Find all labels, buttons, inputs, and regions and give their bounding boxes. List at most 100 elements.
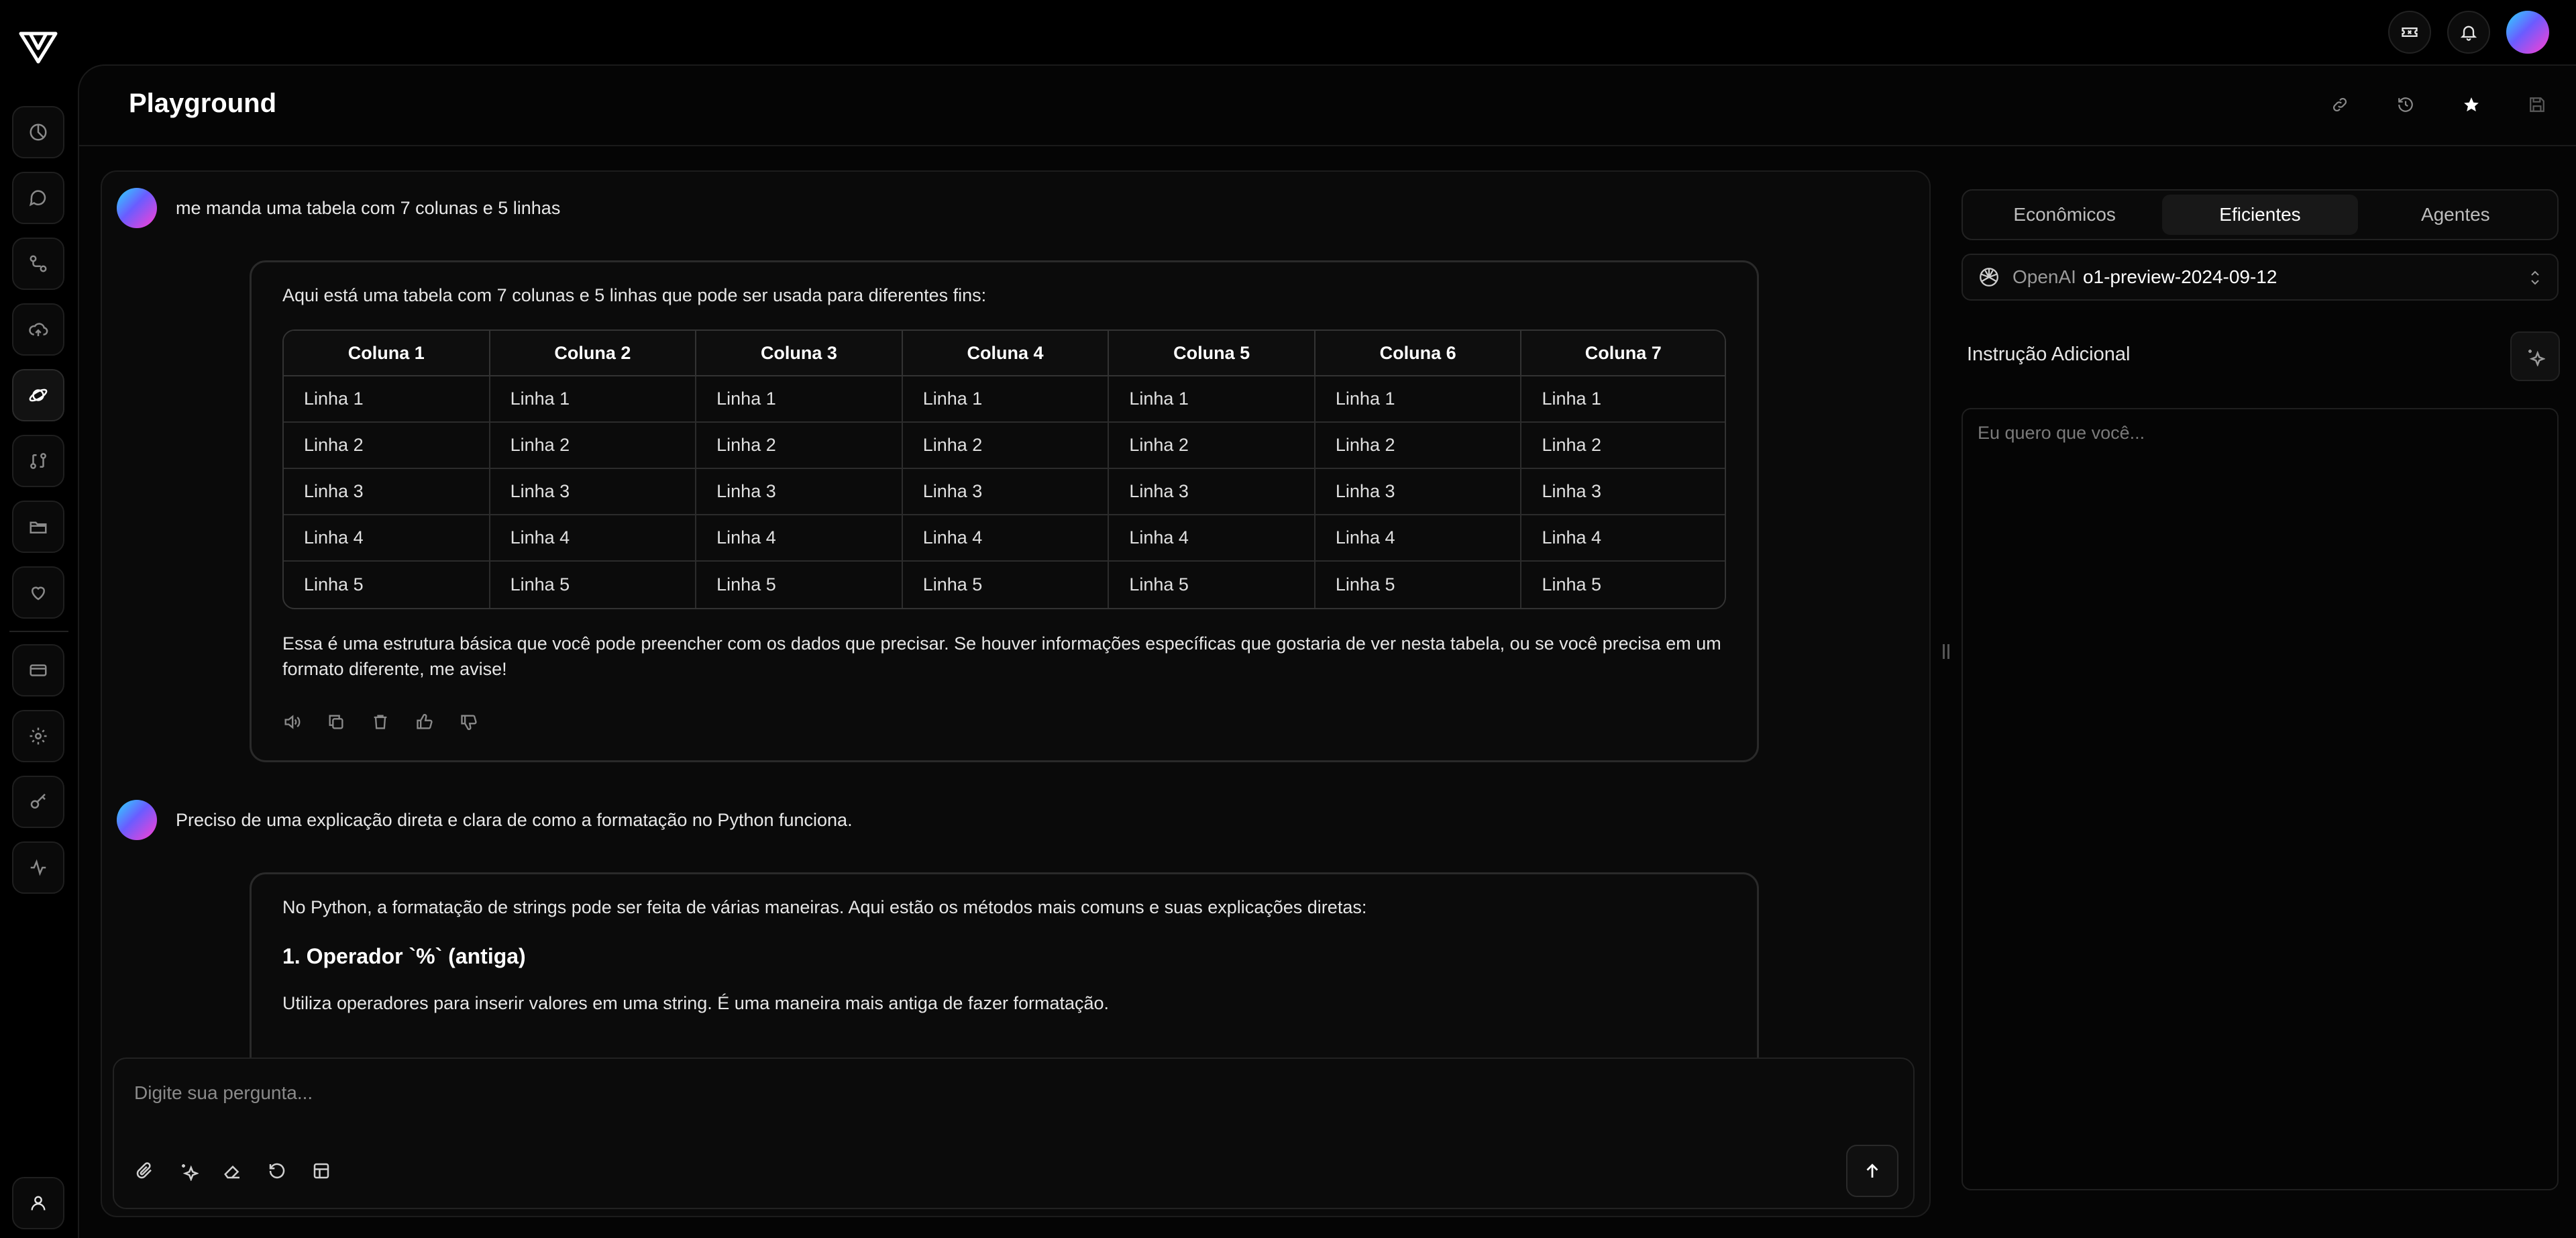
- settings-panel: Econômicos Eficientes Agentes OpenAI o1-…: [1962, 170, 2560, 1217]
- table-cell: Linha 3: [1315, 469, 1522, 515]
- assistant-intro: Aqui está uma tabela com 7 colunas e 5 l…: [282, 285, 987, 305]
- send-button[interactable]: [1846, 1145, 1898, 1197]
- table-cell: Linha 1: [490, 376, 697, 423]
- table-header: Coluna 7: [1521, 331, 1725, 376]
- model-category-tabs: Econômicos Eficientes Agentes: [1962, 189, 2559, 240]
- assistant-heading: 1. Operador `%` (antiga): [282, 944, 526, 968]
- table-cell: Linha 1: [902, 376, 1110, 423]
- tab-eficientes[interactable]: Eficientes: [2162, 195, 2358, 235]
- activity-icon[interactable]: [12, 841, 64, 894]
- eraser-icon[interactable]: [223, 1161, 243, 1181]
- chat-panel: me manda uma tabela com 7 colunas e 5 li…: [101, 170, 1931, 1217]
- prompt-input[interactable]: [133, 1076, 1743, 1110]
- table-cell: Linha 4: [902, 515, 1110, 562]
- template-icon[interactable]: [311, 1161, 331, 1181]
- resize-handle-icon[interactable]: [1941, 641, 1951, 662]
- history-icon[interactable]: [2392, 91, 2419, 118]
- key-icon[interactable]: [12, 776, 64, 828]
- table-cell: Linha 2: [902, 423, 1110, 469]
- ticket-icon[interactable]: [2388, 11, 2431, 54]
- user-avatar: [117, 800, 157, 840]
- tab-economicos[interactable]: Econômicos: [1967, 195, 2162, 235]
- user-message-text: Preciso de uma explicação direta e clara…: [176, 809, 853, 830]
- top-bar: [0, 0, 2576, 64]
- table-cell: Linha 2: [1521, 423, 1725, 469]
- trash-icon[interactable]: [371, 713, 390, 731]
- assistant-paragraph: Utiliza operadores para inserir valores …: [282, 993, 1110, 1013]
- sidebar: [0, 64, 78, 1238]
- page-header: Playground: [79, 66, 2576, 146]
- table-row: Linha 4 Linha 4 Linha 4 Linha 4 Linha 4 …: [284, 515, 1725, 562]
- cloud-upload-icon[interactable]: [12, 303, 64, 356]
- user-message-text: me manda uma tabela com 7 colunas e 5 li…: [176, 197, 561, 218]
- thumbs-down-icon[interactable]: [460, 713, 478, 731]
- bell-icon[interactable]: [2447, 11, 2490, 54]
- speaker-icon[interactable]: [282, 713, 301, 731]
- instruction-textarea[interactable]: [1962, 408, 2559, 1190]
- instruction-label: Instrução Adicional: [1967, 344, 2131, 365]
- attach-icon[interactable]: [134, 1161, 154, 1181]
- save-icon[interactable]: [2524, 91, 2551, 118]
- logo-icon[interactable]: [19, 31, 58, 64]
- chevron-up-down-icon: [2529, 268, 2541, 287]
- user-account-icon[interactable]: [12, 1177, 64, 1229]
- table-header: Coluna 6: [1315, 331, 1522, 376]
- table-cell: Linha 5: [903, 562, 1110, 608]
- link-icon[interactable]: [2326, 91, 2353, 118]
- heart-icon[interactable]: [12, 566, 64, 619]
- table-row: Linha 5 Linha 5 Linha 5 Linha 5 Linha 5 …: [284, 562, 1725, 608]
- table-cell: Linha 5: [284, 562, 490, 608]
- table-row: Linha 2 Linha 2 Linha 2 Linha 2 Linha 2 …: [284, 423, 1725, 469]
- table-cell: Linha 3: [490, 469, 697, 515]
- openai-icon: [1978, 266, 2000, 289]
- credit-card-icon[interactable]: [12, 644, 64, 697]
- table-cell: Linha 4: [696, 515, 903, 562]
- table-cell: Linha 2: [1315, 423, 1522, 469]
- workflow-icon[interactable]: [12, 238, 64, 290]
- table-cell: Linha 5: [490, 562, 697, 608]
- settings-icon[interactable]: [12, 710, 64, 762]
- thumbs-up-icon[interactable]: [415, 713, 434, 731]
- table-cell: Linha 5: [1542, 574, 1602, 595]
- sparkles-icon[interactable]: [178, 1161, 199, 1181]
- model-select[interactable]: OpenAI o1-preview-2024-09-12: [1962, 254, 2559, 301]
- table-cell: Linha 3: [1109, 469, 1316, 515]
- table-cell: Linha 4: [490, 515, 697, 562]
- table-cell: Linha 4: [284, 515, 490, 562]
- table-cell: Linha 4: [1315, 515, 1522, 562]
- table-cell: Linha 2: [284, 423, 490, 469]
- magic-wand-button[interactable]: [2510, 331, 2560, 381]
- table-cell: Linha 3: [1521, 469, 1725, 515]
- table-row: Linha 3 Linha 3 Linha 3 Linha 3 Linha 3 …: [284, 469, 1725, 515]
- table-row: Linha 1 Linha 1 Linha 1 Linha 1 Linha 1 …: [284, 376, 1725, 423]
- folder-icon[interactable]: [12, 501, 64, 553]
- playground-icon[interactable]: [12, 369, 64, 421]
- table-header: Coluna 1: [284, 331, 490, 376]
- sidebar-divider: [9, 631, 68, 632]
- assistant-intro: No Python, a formatação de strings pode …: [282, 897, 1367, 917]
- table-cell: Linha 1: [284, 376, 490, 423]
- chat-icon[interactable]: [12, 172, 64, 224]
- profile-avatar[interactable]: [2506, 11, 2549, 54]
- table-header: Coluna 5: [1109, 331, 1316, 376]
- user-message: Preciso de uma explicação direta e clara…: [117, 800, 853, 840]
- table-cell: Linha 3: [696, 469, 903, 515]
- refresh-icon[interactable]: [267, 1161, 287, 1181]
- table-header: Coluna 4: [902, 331, 1110, 376]
- git-compare-icon[interactable]: [12, 435, 64, 487]
- table-cell: Linha 1: [1521, 376, 1725, 423]
- table-cell: Linha 4: [1521, 515, 1725, 562]
- table-cell: Linha 5: [1109, 562, 1316, 608]
- main-frame: Playground me manda uma tabela com 7 col…: [78, 64, 2576, 1238]
- model-provider: OpenAI: [2012, 266, 2076, 287]
- table-cell: Linha 1: [1315, 376, 1522, 423]
- page-title: Playground: [129, 89, 277, 118]
- copy-icon[interactable]: [327, 713, 345, 731]
- assistant-outro: Essa é uma estrutura básica que você pod…: [282, 633, 1721, 679]
- message-actions: [282, 713, 1726, 753]
- table-cell: Linha 2: [490, 423, 697, 469]
- star-icon[interactable]: [2458, 91, 2485, 118]
- tab-agentes[interactable]: Agentes: [2358, 195, 2553, 235]
- table-cell: Linha 3: [284, 469, 490, 515]
- chart-pie-icon[interactable]: [12, 106, 64, 158]
